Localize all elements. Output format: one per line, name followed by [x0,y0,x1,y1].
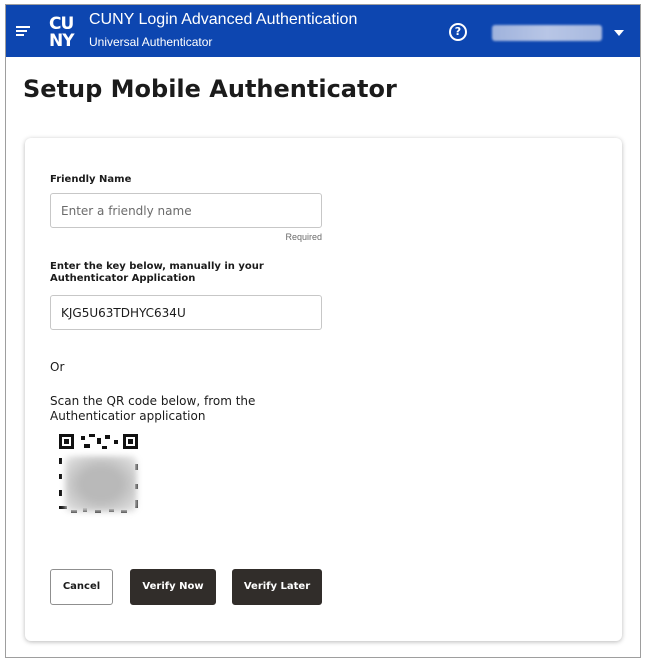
qr-code [59,434,139,514]
scan-qr-instructions: Scan the QR code below, from the Authent… [50,394,256,423]
app-window: CU NY CUNY Login Advanced Authentication… [5,4,641,658]
qr-finder-top-right [123,434,138,449]
top-header-bar: CU NY CUNY Login Advanced Authentication… [6,5,640,57]
manual-key-label: Enter the key below, manually in your Au… [50,261,264,284]
cancel-button[interactable]: Cancel [50,569,113,605]
friendly-name-input[interactable] [50,193,322,228]
help-icon[interactable]: ? [449,23,467,41]
verify-later-button[interactable]: Verify Later [232,569,322,605]
qr-finder-top-left [59,434,74,449]
app-title: CUNY Login Advanced Authentication [89,11,358,28]
user-name-redacted[interactable] [492,25,602,41]
required-hint: Required [285,232,322,242]
app-subtitle: Universal Authenticator [89,35,213,49]
chevron-down-icon[interactable] [614,30,624,36]
cuny-logo: CU NY [48,13,82,51]
friendly-name-label: Friendly Name [50,174,132,185]
hamburger-icon[interactable] [16,26,30,36]
or-divider-text: Or [50,360,65,374]
page-title: Setup Mobile Authenticator [23,75,397,103]
svg-text:NY: NY [49,31,75,49]
setup-form-card: Friendly Name Required Enter the key bel… [25,138,622,641]
manual-key-field[interactable] [50,295,322,330]
qr-code-redacted-area [65,456,137,512]
verify-now-button[interactable]: Verify Now [130,569,216,605]
